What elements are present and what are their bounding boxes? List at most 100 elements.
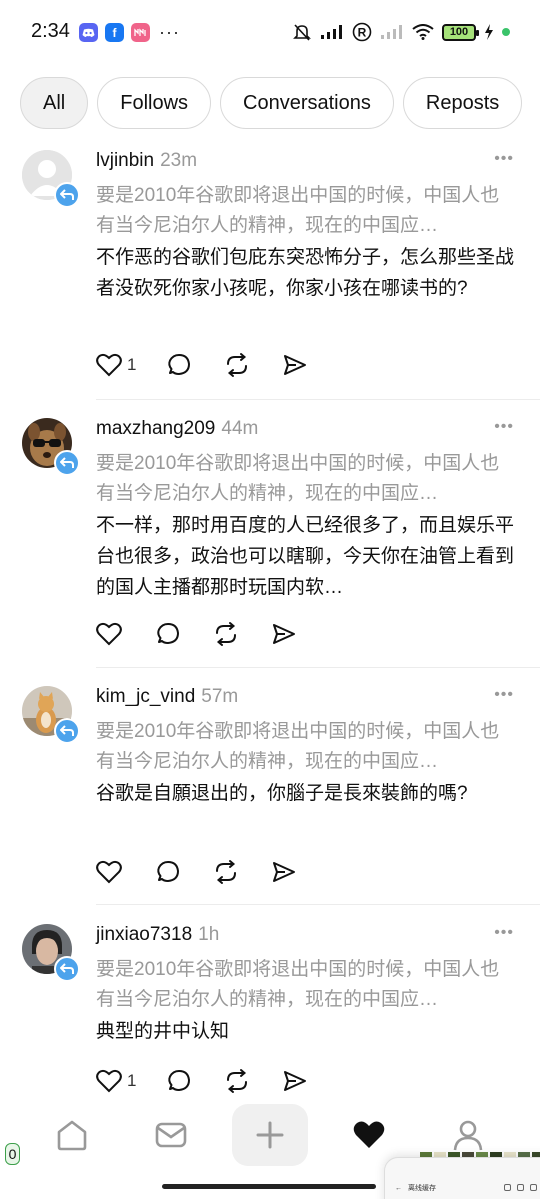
tab-reposts[interactable]: Reposts <box>402 77 523 129</box>
comment-icon <box>157 623 179 644</box>
reply-button[interactable] <box>166 352 192 378</box>
quoted-text[interactable]: 要是2010年谷歌即将退出中国的时候，中国人也有当今尼泊尔人的精神，现在的中国应… <box>96 181 516 241</box>
reply-button[interactable] <box>155 859 181 885</box>
tab-follows[interactable]: Follows <box>97 77 212 129</box>
quoted-text[interactable]: 要是2010年谷歌即将退出中国的时候，中国人也有当今尼泊尔人的精神，现在的中国应… <box>96 449 516 509</box>
share-button[interactable] <box>271 621 297 647</box>
home-icon <box>57 1120 87 1151</box>
post-body: kim_jc_vind 57m ••• 要是2010年谷歌即将退出中国的时候，中… <box>96 686 516 809</box>
grid-icon[interactable] <box>530 1184 537 1191</box>
new-post-icon <box>256 1121 284 1149</box>
registered-icon: R <box>352 22 372 42</box>
repost-button[interactable] <box>213 859 239 885</box>
floating-counter-badge[interactable]: 0 <box>5 1143 20 1165</box>
post-header: lvjinbin 23m <box>96 150 516 176</box>
username[interactable]: maxzhang209 <box>96 418 215 440</box>
notification-icons: f ··· <box>79 22 180 43</box>
avatar[interactable] <box>22 150 80 208</box>
floating-preview-window[interactable]: ← 离线缓存 <box>384 1157 540 1199</box>
filter-tabs: All Follows Conversations Reposts <box>20 77 523 129</box>
battery-icon: 100 <box>442 23 479 41</box>
comment-icon <box>157 861 179 882</box>
divider <box>96 904 540 905</box>
timestamp: 44m <box>221 418 259 439</box>
like-button[interactable] <box>96 859 122 885</box>
heart-icon <box>96 860 122 884</box>
floating-window-icons <box>504 1184 537 1191</box>
like-count: 1 <box>127 1071 137 1090</box>
tab-all[interactable]: All <box>20 77 89 129</box>
messages-icon <box>155 1122 187 1148</box>
pink-app-icon <box>131 23 150 42</box>
repost-badge-icon <box>54 956 80 982</box>
like-button[interactable]: 1 <box>96 1068 136 1094</box>
heart-icon <box>96 622 122 646</box>
svg-text:R: R <box>358 26 367 40</box>
heart-icon <box>96 353 122 377</box>
more-options-icon[interactable]: ••• <box>494 150 514 168</box>
reply-button[interactable] <box>155 621 181 647</box>
signal-icon <box>321 25 342 39</box>
username[interactable]: lvjinbin <box>96 150 154 172</box>
status-time: 2:34 <box>31 20 70 42</box>
username[interactable]: jinxiao7318 <box>96 924 192 946</box>
more-notifications-icon: ··· <box>159 22 180 42</box>
repost-button[interactable] <box>213 621 239 647</box>
profile-icon <box>453 1120 483 1151</box>
repost-button[interactable] <box>224 352 250 378</box>
timestamp: 1h <box>198 924 220 945</box>
more-options-icon[interactable]: ••• <box>494 924 514 942</box>
privacy-dot-icon <box>502 28 510 36</box>
like-button[interactable]: 1 <box>96 352 136 378</box>
nav-new-post[interactable] <box>232 1104 308 1166</box>
username[interactable]: kim_jc_vind <box>96 686 195 708</box>
post-header: jinxiao7318 1h <box>96 924 516 950</box>
action-bar <box>96 621 297 647</box>
action-bar: 1 <box>96 1068 308 1094</box>
more-options-icon[interactable]: ••• <box>494 686 514 704</box>
send-icon <box>273 862 295 882</box>
avatar[interactable] <box>22 686 80 744</box>
post-header: maxzhang209 44m <box>96 418 516 444</box>
post-body: lvjinbin 23m ••• 要是2010年谷歌即将退出中国的时候，中国人也… <box>96 150 516 304</box>
avatar[interactable] <box>22 924 80 982</box>
repost-badge-icon <box>54 718 80 744</box>
window-icon[interactable] <box>517 1184 524 1191</box>
heart-icon <box>96 1069 122 1093</box>
send-icon <box>273 624 295 644</box>
search-icon[interactable] <box>504 1184 511 1191</box>
action-bar <box>96 859 297 885</box>
share-button[interactable] <box>282 352 308 378</box>
nav-home[interactable] <box>34 1104 110 1166</box>
floating-window-title: 离线缓存 <box>408 1185 436 1192</box>
status-bar: 2:34 f ··· R 100 <box>0 0 540 66</box>
reply-text: 谷歌是自願退出的，你腦子是長來裝飾的嗎? <box>96 783 468 804</box>
share-button[interactable] <box>271 859 297 885</box>
more-options-icon[interactable]: ••• <box>494 418 514 436</box>
avatar[interactable] <box>22 418 80 476</box>
repost-button[interactable] <box>224 1068 250 1094</box>
quoted-text[interactable]: 要是2010年谷歌即将退出中国的时候，中国人也有当今尼泊尔人的精神，现在的中国应… <box>96 717 516 777</box>
activity-icon <box>353 1121 385 1148</box>
post-body: maxzhang209 44m ••• 要是2010年谷歌即将退出中国的时候，中… <box>96 418 516 603</box>
back-arrow-icon[interactable]: ← <box>395 1185 402 1192</box>
floating-window-toolbar: ← 离线缓存 <box>395 1183 436 1193</box>
discord-icon <box>79 23 98 42</box>
divider <box>96 399 540 400</box>
repost-icon <box>227 1069 248 1093</box>
charging-icon <box>485 24 493 40</box>
send-icon <box>284 355 307 375</box>
reply-text: 不作恶的谷歌们包庇东突恐怖分子，怎么那些圣战者没砍死你家小孩呢，你家小孩在哪读书… <box>96 247 515 299</box>
tab-conversations[interactable]: Conversations <box>220 77 394 129</box>
quoted-text[interactable]: 要是2010年谷歌即将退出中国的时候，中国人也有当今尼泊尔人的精神，现在的中国应… <box>96 955 516 1015</box>
nav-messages[interactable] <box>133 1104 209 1166</box>
post-body: jinxiao7318 1h ••• 要是2010年谷歌即将退出中国的时候，中国… <box>96 924 516 1047</box>
comment-icon <box>168 354 191 375</box>
home-indicator[interactable] <box>162 1184 376 1189</box>
reply-button[interactable] <box>166 1068 192 1094</box>
like-count: 1 <box>127 355 137 374</box>
comment-icon <box>168 1070 191 1091</box>
wifi-icon <box>412 24 434 40</box>
share-button[interactable] <box>282 1068 308 1094</box>
like-button[interactable] <box>96 621 122 647</box>
